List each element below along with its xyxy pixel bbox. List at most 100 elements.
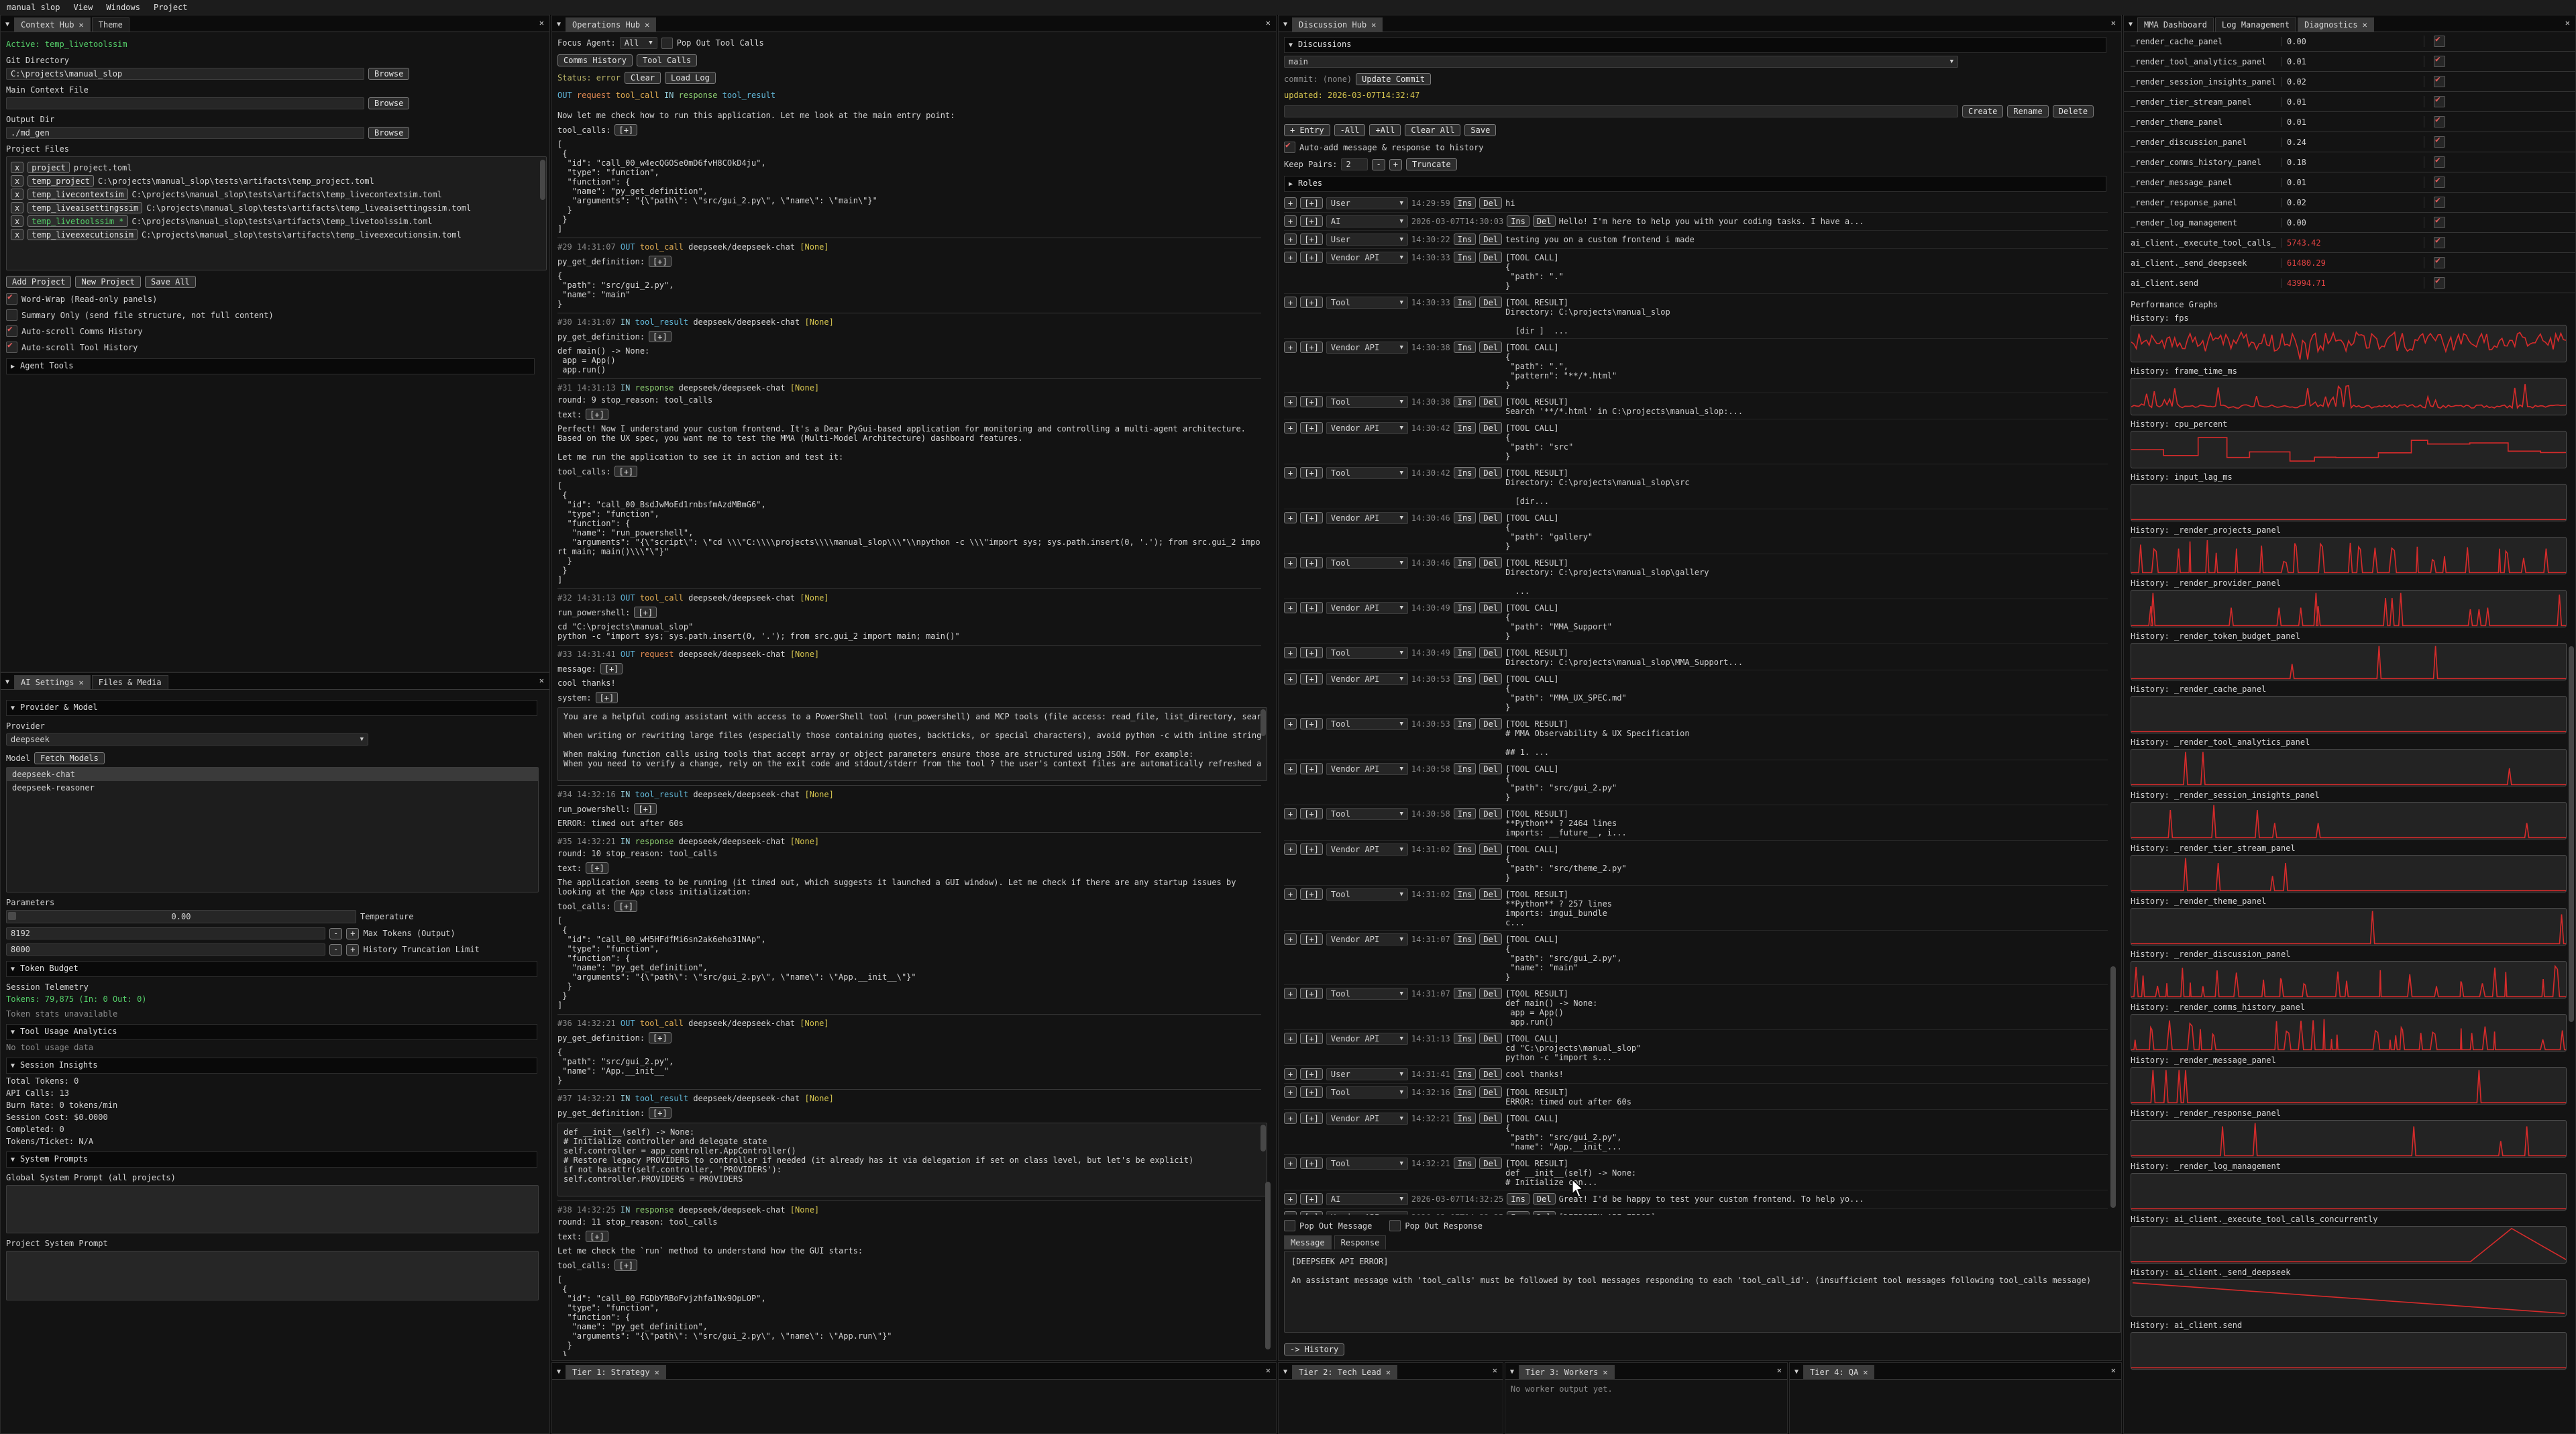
roles-header[interactable]: ▶Roles: [1284, 176, 2106, 192]
diag-row-checkbox[interactable]: [2434, 277, 2445, 289]
entry-add-button[interactable]: +: [1284, 933, 1297, 945]
tab-tier-2-tech-lead[interactable]: Tier 2: Tech Lead✕: [1292, 1365, 1397, 1379]
entry-ins-button[interactable]: Ins: [1454, 1068, 1477, 1080]
model-option-deepseek-reasoner[interactable]: deepseek-reasoner: [7, 781, 538, 795]
max-tokens-input[interactable]: 8192: [6, 927, 325, 939]
-all-button[interactable]: -All: [1334, 124, 1366, 136]
entry-add-button[interactable]: +: [1284, 422, 1297, 433]
window-collapse-icon[interactable]: ▼: [552, 18, 566, 32]
file-name-button[interactable]: temp_livecontextsim: [28, 189, 127, 200]
truncate-button[interactable]: Truncate: [1406, 158, 1457, 170]
entry-del-button[interactable]: Del: [1479, 808, 1502, 819]
entry-role-dropdown[interactable]: Vendor API▼: [1326, 843, 1408, 856]
entry-expand-button[interactable]: [+]: [1300, 647, 1323, 658]
entry-add-button[interactable]: +: [1284, 718, 1297, 729]
expand-button[interactable]: [+]: [586, 409, 608, 420]
entry-expand-button[interactable]: [+]: [1300, 808, 1323, 819]
entry-add-button[interactable]: +: [1284, 1193, 1297, 1205]
entry-del-button[interactable]: Del: [1479, 467, 1502, 478]
entry-role-dropdown[interactable]: User▼: [1326, 234, 1408, 246]
file-name-button[interactable]: project: [28, 162, 70, 173]
entry-expand-button[interactable]: [+]: [1300, 1113, 1323, 1124]
expand-button[interactable]: [+]: [649, 1107, 672, 1119]
entry-add-button[interactable]: +: [1284, 673, 1297, 684]
entry-del-button[interactable]: Del: [1479, 1158, 1502, 1169]
entry-del-button[interactable]: Del: [1479, 1068, 1502, 1080]
entry-expand-button[interactable]: [+]: [1300, 422, 1323, 433]
remove-file-button[interactable]: x: [11, 229, 23, 240]
entry-ins-button[interactable]: Ins: [1454, 396, 1477, 407]
session-insights-header[interactable]: ▼Session Insights: [6, 1058, 537, 1074]
menu-item-manual-slop[interactable]: manual slop: [0, 3, 66, 12]
diag-row-checkbox[interactable]: [2434, 56, 2445, 67]
entry-ins-button[interactable]: Ins: [1454, 933, 1477, 945]
clear-button[interactable]: Clear: [625, 72, 661, 84]
entry-del-button[interactable]: Del: [1479, 1033, 1502, 1044]
entry-expand-button[interactable]: [+]: [1300, 252, 1323, 263]
tab-discussion-hub[interactable]: Discussion Hub✕: [1292, 17, 1383, 32]
max-tokens-decrement-button[interactable]: -: [329, 928, 342, 939]
entries-scrollbar[interactable]: [2110, 966, 2116, 1208]
entry-ins-button[interactable]: Ins: [1454, 512, 1477, 523]
diag-row-checkbox[interactable]: [2434, 96, 2445, 107]
remove-file-button[interactable]: x: [11, 189, 23, 200]
file-name-button[interactable]: temp_liveaisettingssim: [28, 202, 142, 213]
create-button[interactable]: Create: [1962, 105, 2003, 117]
agent-tools-header[interactable]: ▶Agent Tools: [6, 358, 535, 374]
entry-expand-button[interactable]: [+]: [1300, 1033, 1323, 1044]
entry-del-button[interactable]: Del: [1533, 215, 1556, 227]
diag-row-checkbox[interactable]: [2434, 257, 2445, 268]
entry-role-dropdown[interactable]: Tool▼: [1326, 988, 1408, 1000]
entry-add-button[interactable]: +: [1284, 647, 1297, 658]
discussion-select-dropdown[interactable]: main▼: [1284, 56, 1958, 68]
entry-add-button[interactable]: +: [1284, 1211, 1297, 1215]
entry-ins-button[interactable]: Ins: [1454, 1086, 1477, 1098]
expand-button[interactable]: [+]: [596, 692, 619, 703]
entry-add-button[interactable]: +: [1284, 215, 1297, 227]
new-project-button[interactable]: New Project: [75, 276, 140, 288]
entry-add-button[interactable]: +: [1284, 602, 1297, 613]
tab-operations-hub[interactable]: Operations Hub✕: [566, 17, 656, 32]
entry-del-button[interactable]: Del: [1479, 252, 1502, 263]
entry-role-dropdown[interactable]: Vendor API▼: [1326, 763, 1408, 775]
max-tokens-increment-button[interactable]: +: [346, 928, 359, 939]
entry-add-button[interactable]: +: [1284, 808, 1297, 819]
entry-ins-button[interactable]: Ins: [1454, 988, 1477, 999]
entry-del-button[interactable]: Del: [1479, 673, 1502, 684]
entry-add-button[interactable]: +: [1284, 512, 1297, 523]
expand-button[interactable]: [+]: [649, 331, 672, 342]
fetch-models-button[interactable]: Fetch Models: [34, 752, 105, 764]
entry-role-dropdown[interactable]: Tool▼: [1326, 718, 1408, 730]
entry-expand-button[interactable]: [+]: [1300, 234, 1323, 245]
entry-add-button[interactable]: +: [1284, 1033, 1297, 1044]
main-context-file-browse-button[interactable]: Browse: [368, 97, 409, 109]
entry-ins-button[interactable]: Ins: [1454, 647, 1477, 658]
pop-out-message-checkbox[interactable]: [1284, 1220, 1295, 1231]
entry-ins-button[interactable]: Ins: [1454, 843, 1477, 855]
expand-button[interactable]: [+]: [649, 1032, 672, 1043]
entry-expand-button[interactable]: [+]: [1300, 1158, 1323, 1169]
entry-ins-button[interactable]: Ins: [1454, 422, 1477, 433]
history-truncation-increment-button[interactable]: +: [346, 944, 359, 956]
entry-add-button[interactable]: +: [1284, 888, 1297, 900]
entry-add-button[interactable]: +: [1284, 1068, 1297, 1080]
entry-del-button[interactable]: Del: [1479, 197, 1502, 209]
remove-file-button[interactable]: x: [11, 162, 23, 173]
entry-del-button[interactable]: Del: [1479, 888, 1502, 900]
entry-role-dropdown[interactable]: Vendor API▼: [1326, 1211, 1408, 1215]
entry-del-button[interactable]: Del: [1479, 988, 1502, 999]
diag-row-checkbox[interactable]: [2434, 197, 2445, 208]
diag-row-checkbox[interactable]: [2434, 156, 2445, 168]
entry-expand-button[interactable]: [+]: [1300, 933, 1323, 945]
entry-role-dropdown[interactable]: AI▼: [1326, 1193, 1408, 1205]
entry-add-button[interactable]: +: [1284, 1158, 1297, 1169]
panel-close-icon[interactable]: ✕: [1266, 1366, 1271, 1375]
entry-del-button[interactable]: Del: [1479, 602, 1502, 613]
entry-expand-button[interactable]: [+]: [1300, 1193, 1323, 1205]
expand-button[interactable]: [+]: [634, 607, 657, 618]
focus-agent-dropdown[interactable]: All▼: [620, 37, 657, 49]
entry-ins-button[interactable]: Ins: [1454, 342, 1477, 353]
pop-out-response-checkbox[interactable]: [1389, 1220, 1401, 1231]
checkbox-auto-scroll-tool-history[interactable]: [6, 342, 17, 353]
save-all-button[interactable]: Save All: [145, 276, 196, 288]
